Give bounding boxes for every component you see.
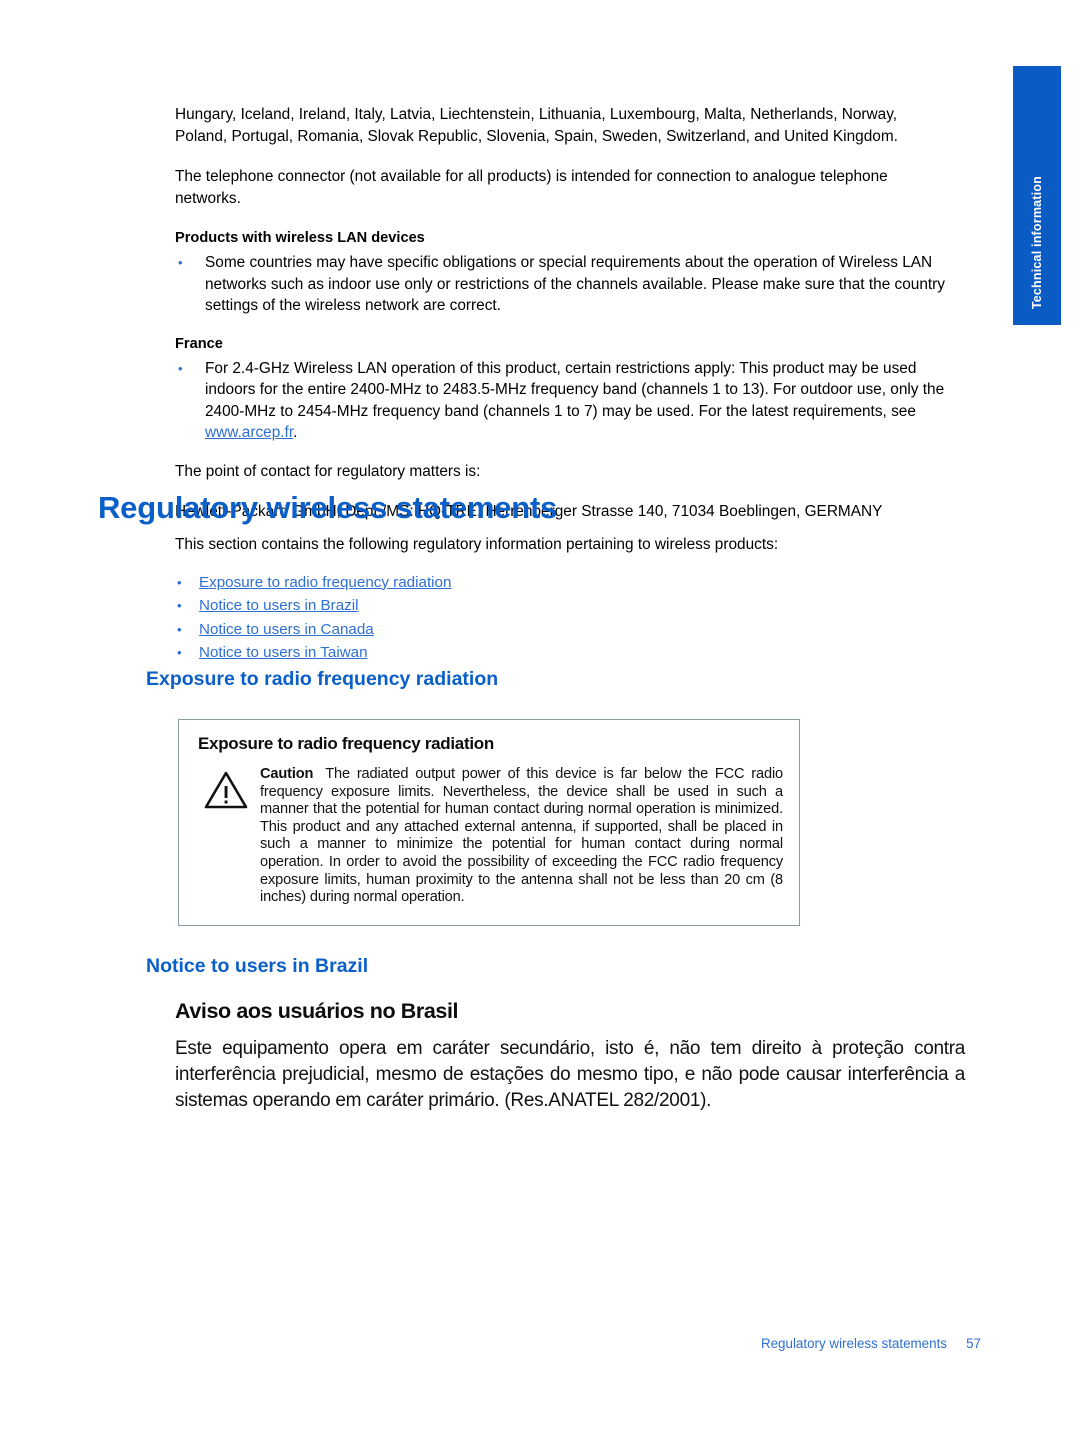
footer-section-title: Regulatory wireless statements — [760, 1336, 947, 1351]
warning-triangle-icon — [204, 770, 248, 810]
document-page: Technical information Hungary, Iceland, … — [0, 0, 1080, 1437]
list-item: Notice to users in Taiwan — [175, 641, 948, 665]
fcc-graphic-title: Exposure to radio frequency radiation — [198, 734, 494, 753]
fcc-caution-text: The radiated output power of this device… — [260, 766, 783, 906]
brazil-graphic-text: Este equipamento opera em caráter secund… — [175, 1038, 965, 1111]
paragraph-point-of-contact: The point of contact for regulatory matt… — [175, 462, 481, 480]
link-notice-to-users-in-brazil[interactable]: Notice to users in Brazil — [199, 597, 359, 614]
brazil-notice-graphic: Aviso aos usuários no Brasil Este equipa… — [175, 999, 965, 1114]
section-tab-technical-information: Technical information — [1013, 66, 1061, 325]
list-item: Notice to users in Brazil — [175, 594, 948, 618]
paragraph-telephone-connector: The telephone connector (not available f… — [175, 168, 888, 207]
link-notice-to-users-in-canada[interactable]: Notice to users in Canada — [199, 621, 374, 638]
fcc-caution-graphic: Exposure to radio frequency radiation Ca… — [178, 719, 800, 926]
section-tab-label: Technical information — [1030, 175, 1044, 309]
wireless-lan-bullet-list: Some countries may have specific obligat… — [175, 252, 948, 317]
footer-page-number: 57 — [966, 1336, 981, 1351]
france-bullet-list: For 2.4-GHz Wireless LAN operation of th… — [175, 358, 948, 444]
page-footer: Regulatory wireless statements 57 — [0, 1336, 1080, 1358]
fcc-caution-paragraph: Caution The radiated output power of this… — [260, 766, 783, 907]
list-item: Exposure to radio frequency radiation — [175, 571, 948, 595]
arcep-link[interactable]: www.arcep.fr — [205, 424, 293, 441]
chapter-intro-text: This section contains the following regu… — [175, 536, 779, 553]
france-bullet-text-after-link: . — [293, 424, 298, 441]
chapter-intro-column: This section contains the following regu… — [175, 534, 948, 665]
heading-products-wireless-lan: Products with wireless LAN devices — [175, 230, 425, 246]
heading-france: France — [175, 335, 223, 352]
section-link-list: Exposure to radio frequency radiation No… — [175, 571, 948, 665]
list-item: For 2.4-GHz Wireless LAN operation of th… — [175, 358, 948, 444]
paragraph-countries: Hungary, Iceland, Ireland, Italy, Latvia… — [175, 106, 898, 145]
section-heading-brazil: Notice to users in Brazil — [146, 955, 369, 977]
link-exposure-to-radio-frequency-radiation[interactable]: Exposure to radio frequency radiation — [199, 574, 451, 591]
fcc-caution-label: Caution — [260, 766, 314, 782]
france-bullet-text-before-link: For 2.4-GHz Wireless LAN operation of th… — [205, 359, 945, 420]
brazil-graphic-title: Aviso aos usuários no Brasil — [175, 999, 459, 1023]
section-heading-exposure: Exposure to radio frequency radiation — [146, 668, 499, 690]
page-title: Regulatory wireless statements — [98, 490, 558, 525]
link-notice-to-users-in-taiwan[interactable]: Notice to users in Taiwan — [199, 644, 368, 661]
top-content-column: Hungary, Iceland, Ireland, Italy, Latvia… — [175, 104, 948, 523]
list-item: Some countries may have specific obligat… — [175, 252, 948, 317]
list-item: Notice to users in Canada — [175, 618, 948, 642]
